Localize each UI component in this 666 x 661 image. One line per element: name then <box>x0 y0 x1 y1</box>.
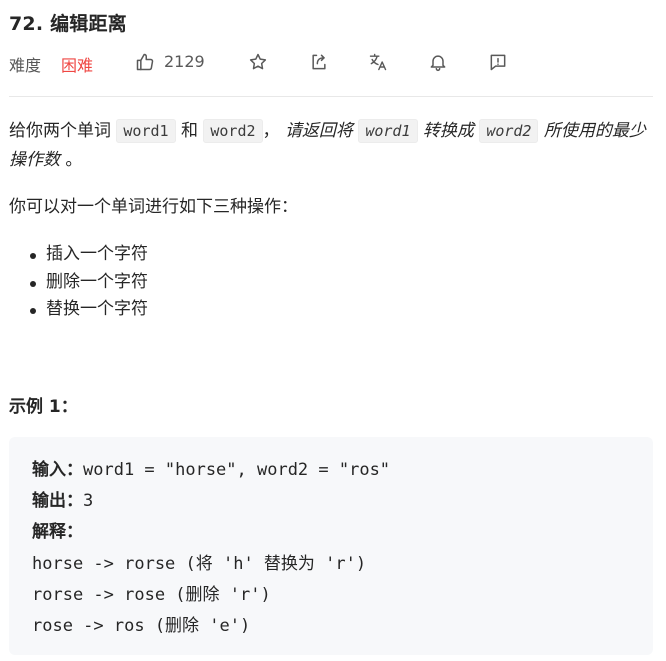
output-label: 输出： <box>32 491 83 511</box>
desc-text: 和 <box>175 121 204 141</box>
desc-em-text: 转换成 <box>417 121 480 141</box>
bell-icon[interactable] <box>426 50 450 74</box>
difficulty-badge: 困难 <box>61 56 94 75</box>
code-word2: word2 <box>203 119 263 143</box>
desc-text: 。 <box>60 150 83 170</box>
explain-step: rorse -> rose (删除 'r') <box>32 585 271 605</box>
input-value: word1 = "horse", word2 = "ros" <box>83 460 391 480</box>
problem-title: 72. 编辑距离 <box>9 13 127 35</box>
output-value: 3 <box>83 491 94 511</box>
desc-em-text: 请返回将 <box>284 121 359 141</box>
share-icon[interactable] <box>307 50 331 74</box>
example-block: 输入：word1 = "horse", word2 = "ros" 输出：3 解… <box>9 437 653 655</box>
problem-meta-bar: 难度 困难 2129 <box>9 50 659 75</box>
example-title: 示例 1： <box>9 397 78 417</box>
operations-list: 插入一个字符 删除一个字符 替换一个字符 <box>30 241 148 324</box>
code-word2: word2 <box>479 119 539 143</box>
star-icon[interactable] <box>246 50 270 74</box>
example-explain: 解释： <box>32 517 83 542</box>
code-word1: word1 <box>116 119 176 143</box>
list-item: 删除一个字符 <box>30 269 148 297</box>
thumbs-up-icon[interactable] <box>133 50 157 74</box>
explain-label: 解释： <box>32 522 83 542</box>
like-count: 2129 <box>164 52 205 71</box>
list-item: 插入一个字符 <box>30 241 148 269</box>
desc-text: ， <box>262 121 285 141</box>
desc-text: 给你两个单词 <box>9 121 117 141</box>
example-output: 输出：3 <box>32 486 93 511</box>
list-item: 替换一个字符 <box>30 296 148 324</box>
divider <box>9 96 653 97</box>
explain-step: rose -> ros (删除 'e') <box>32 616 251 636</box>
translate-icon[interactable] <box>366 50 390 74</box>
difficulty-label: 难度 <box>9 56 42 75</box>
explain-step: horse -> rorse (将 'h' 替换为 'r') <box>32 554 367 574</box>
problem-description: 给你两个单词 word1 和 word2， 请返回将 word1 转换成 wor… <box>9 117 655 175</box>
example-input: 输入：word1 = "horse", word2 = "ros" <box>32 455 390 480</box>
operations-intro: 你可以对一个单词进行如下三种操作： <box>9 197 298 217</box>
feedback-icon[interactable] <box>486 50 510 74</box>
code-word1: word1 <box>358 119 418 143</box>
input-label: 输入： <box>32 460 83 480</box>
